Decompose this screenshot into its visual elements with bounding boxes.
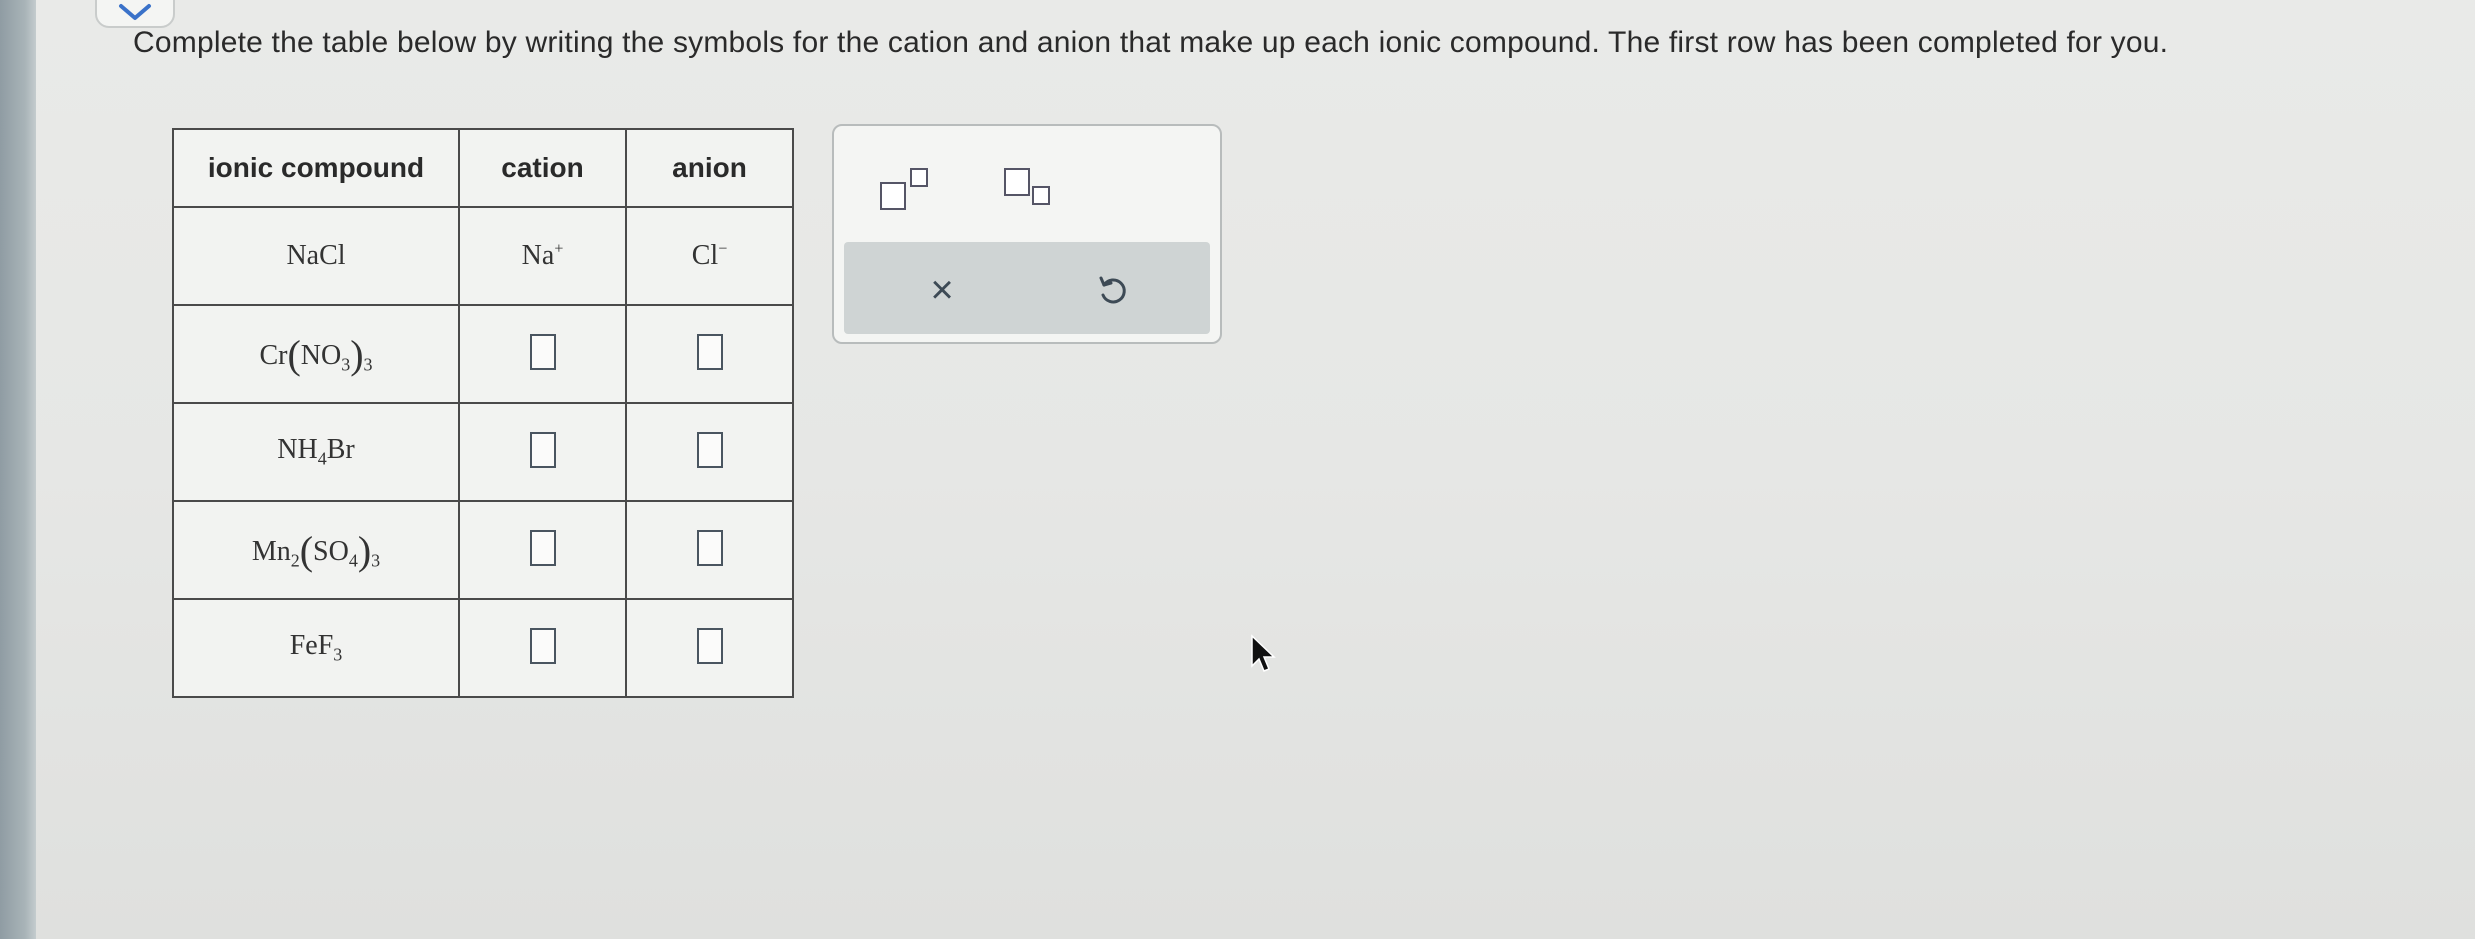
table-row: Cr(NO3)3 (172, 304, 794, 404)
collapse-toggle[interactable] (95, 0, 175, 28)
compound-cell: NaCl (172, 206, 460, 306)
chevron-down-icon (119, 4, 151, 20)
cation-cell (458, 598, 627, 698)
cation-cell: Na+ (458, 206, 627, 306)
compound-cell: NH4Br (172, 402, 460, 502)
cation-answer: Na+ (521, 240, 564, 271)
header-ionic-compound: ionic compound (172, 128, 460, 208)
cation-cell (458, 304, 627, 404)
compound-formula: Mn2(SO4)3 (251, 527, 381, 573)
cation-input[interactable] (529, 431, 556, 468)
undo-icon (1099, 276, 1126, 304)
anion-input[interactable] (696, 431, 723, 468)
compound-cell: Mn2(SO4)3 (172, 500, 460, 600)
header-cation: cation (458, 128, 627, 208)
header-anion: anion (625, 128, 794, 208)
mouse-cursor-icon (1251, 634, 1276, 672)
cation-input[interactable] (529, 529, 556, 566)
anion-cell: Cl− (625, 206, 794, 306)
subscript-button[interactable] (1000, 162, 1060, 212)
math-toolbox: × (832, 124, 1222, 344)
anion-input[interactable] (696, 529, 723, 566)
table-row: Mn2(SO4)3 (172, 500, 794, 600)
anion-answer: Cl− (691, 240, 728, 271)
cation-cell (458, 500, 627, 600)
table-header-row: ionic compound cation anion (172, 128, 794, 208)
ionic-compound-table: ionic compound cation anion NaCl Na+ Cl−… (172, 128, 794, 698)
anion-cell (625, 402, 794, 502)
compound-formula: FeF3 (289, 630, 343, 665)
compound-cell: FeF3 (172, 598, 460, 698)
cation-input[interactable] (529, 627, 556, 664)
compound-cell: Cr(NO3)3 (172, 304, 460, 404)
anion-cell (625, 500, 794, 600)
anion-cell (625, 304, 794, 404)
table-row: NaCl Na+ Cl− (172, 206, 794, 306)
anion-input[interactable] (696, 627, 723, 664)
action-bar: × (844, 242, 1210, 334)
compound-formula: NaCl (286, 240, 346, 271)
superscript-button[interactable] (876, 162, 936, 212)
undo-button[interactable] (1084, 262, 1140, 318)
cation-input[interactable] (529, 333, 556, 370)
close-icon: × (930, 268, 954, 312)
anion-cell (625, 598, 794, 698)
table-row: NH4Br (172, 402, 794, 502)
clear-button[interactable]: × (914, 262, 970, 318)
compound-formula: NH4Br (277, 434, 355, 469)
cation-cell (458, 402, 627, 502)
anion-input[interactable] (696, 333, 723, 370)
table-row: FeF3 (172, 598, 794, 698)
compound-formula: Cr(NO3)3 (259, 331, 373, 377)
question-instructions: Complete the table below by writing the … (133, 26, 2169, 59)
left-edge-strip (0, 0, 36, 939)
